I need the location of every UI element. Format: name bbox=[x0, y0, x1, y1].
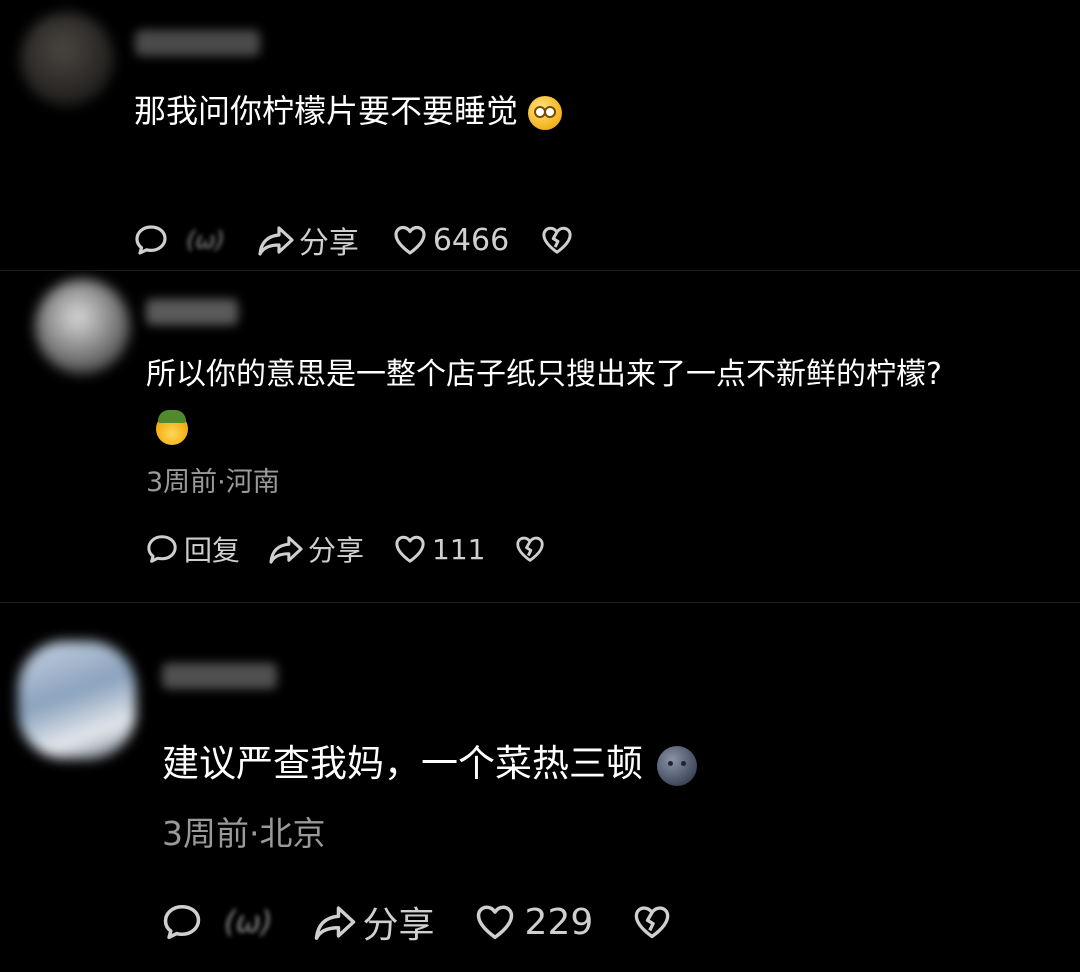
dislike-button[interactable] bbox=[541, 225, 573, 255]
broken-heart-icon bbox=[516, 536, 545, 562]
action-bar: 回复 分享 111 bbox=[146, 529, 545, 569]
share-label: 分享 bbox=[362, 905, 435, 946]
army-emoji-icon bbox=[156, 410, 188, 445]
username-blurred[interactable] bbox=[162, 663, 277, 689]
comment-emoji-line bbox=[156, 410, 188, 445]
username-blurred[interactable] bbox=[146, 299, 238, 325]
broken-heart-icon bbox=[634, 906, 670, 939]
share-button[interactable]: 分享 bbox=[257, 218, 359, 262]
avatar[interactable] bbox=[18, 641, 136, 759]
comment-meta: 3周前·北京 bbox=[162, 814, 326, 853]
like-button[interactable]: 229 bbox=[475, 901, 594, 943]
like-count: 229 bbox=[524, 901, 594, 943]
comment-meta: 3周前·河南 bbox=[146, 467, 280, 498]
reply-label-blurred: (ω) bbox=[186, 226, 225, 254]
broken-heart-icon bbox=[542, 226, 572, 254]
avatar[interactable] bbox=[35, 279, 130, 374]
avatar[interactable] bbox=[20, 12, 114, 106]
reply-button[interactable]: (ω) bbox=[162, 902, 273, 942]
comment-bubble-icon bbox=[135, 225, 167, 255]
like-button[interactable]: 6466 bbox=[393, 223, 509, 258]
reply-label-blurred: (ω) bbox=[224, 904, 273, 940]
heart-icon bbox=[395, 535, 425, 563]
action-bar: (ω) 分享 6466 bbox=[134, 218, 573, 262]
action-bar: (ω) 分享 229 bbox=[162, 896, 671, 948]
reply-label: 回复 bbox=[184, 534, 241, 567]
comment-text-content: 所以你的意思是一整个店子纸只搜出来了一点不新鲜的柠檬? bbox=[146, 357, 942, 392]
like-button[interactable]: 111 bbox=[394, 533, 485, 566]
comment-card-1: 那我问你柠檬片要不要睡觉 (ω) 分享 6466 bbox=[0, 0, 1080, 268]
comment-text-content: 建议严查我妈，一个菜热三顿 bbox=[162, 742, 643, 785]
reply-button[interactable]: (ω) bbox=[134, 223, 225, 257]
like-count: 6466 bbox=[432, 222, 510, 258]
comment-card-3: 建议严查我妈，一个菜热三顿 3周前·北京 (ω) 分享 229 bbox=[0, 602, 1080, 972]
share-button[interactable]: 分享 bbox=[268, 529, 364, 569]
comment-text: 所以你的意思是一整个店子纸只搜出来了一点不新鲜的柠檬? bbox=[146, 353, 942, 397]
share-arrow-icon bbox=[269, 536, 303, 564]
share-label: 分享 bbox=[308, 534, 365, 567]
comment-card-2: 所以你的意思是一整个店子纸只搜出来了一点不新鲜的柠檬? 3周前·河南 回复 分享… bbox=[0, 270, 1080, 601]
reply-button[interactable]: 回复 bbox=[146, 529, 240, 569]
dislike-button[interactable] bbox=[515, 535, 545, 563]
share-arrow-icon bbox=[314, 906, 355, 940]
moon-face-icon bbox=[657, 745, 697, 786]
comment-text: 那我问你柠檬片要不要睡觉 bbox=[134, 88, 563, 134]
heart-icon bbox=[394, 225, 426, 255]
username-blurred[interactable] bbox=[135, 30, 260, 56]
comment-bubble-icon bbox=[147, 535, 177, 563]
comment-bubble-icon bbox=[163, 904, 201, 940]
dislike-button[interactable] bbox=[633, 904, 671, 940]
heart-icon bbox=[476, 905, 513, 940]
like-count: 111 bbox=[432, 532, 486, 566]
share-label: 分享 bbox=[298, 226, 359, 261]
comment-text: 建议严查我妈，一个菜热三顿 bbox=[162, 737, 697, 791]
smiling-face-icon bbox=[528, 96, 563, 130]
comment-text-content: 那我问你柠檬片要不要睡觉 bbox=[134, 92, 519, 130]
share-button[interactable]: 分享 bbox=[313, 896, 435, 948]
share-arrow-icon bbox=[258, 226, 294, 256]
